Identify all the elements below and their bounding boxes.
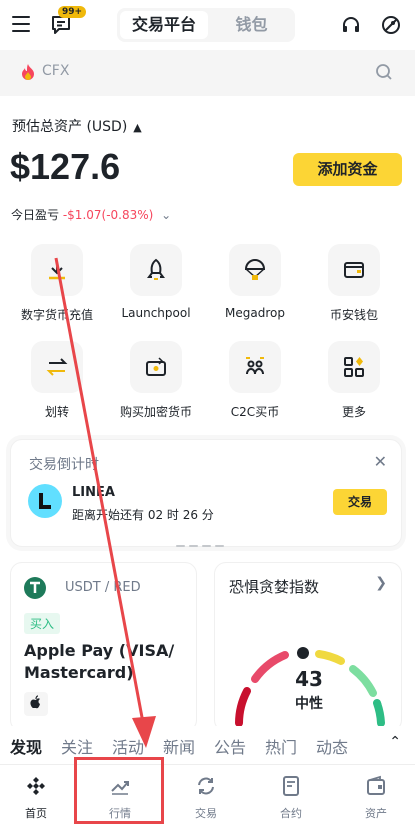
- gauge-pointer: [297, 647, 309, 659]
- contract-doc-icon: [283, 776, 299, 796]
- pnl-value: -$1.07(-0.83%): [62, 208, 154, 222]
- fear-greed-title: 恐惧贪婪指数: [229, 578, 320, 596]
- nav-trade[interactable]: 交易: [176, 775, 236, 821]
- deposit-icon: [31, 244, 83, 296]
- binance-logo-icon: [27, 777, 45, 795]
- shortcut-more[interactable]: 更多: [307, 341, 401, 420]
- shortcut-label: 购买加密货币: [119, 405, 192, 419]
- tab-exchange[interactable]: 交易平台: [120, 11, 208, 39]
- trading-pair: USDT / RED: [65, 580, 141, 595]
- tab-news[interactable]: 新闻: [163, 734, 195, 758]
- nav-home[interactable]: 首页: [6, 775, 66, 821]
- buy-crypto-icon: [130, 341, 182, 393]
- shortcut-label: 数字货币充值: [20, 308, 93, 322]
- chevron-up-icon: ▲: [133, 121, 142, 134]
- wallet-icon: [328, 244, 380, 296]
- token-name: LINEA: [72, 485, 115, 500]
- shortcut-label: Launchpool: [121, 306, 191, 320]
- bottom-nav: 首页 行情 交易 合约 资产: [0, 764, 415, 827]
- nav-assets[interactable]: 资产: [346, 775, 406, 821]
- search-input[interactable]: CFX: [42, 63, 69, 79]
- main-content: 预估总资产 (USD) ▲ $127.6 添加资金 今日盈亏 -$1.07(-0.…: [0, 96, 415, 732]
- transfer-icon: [31, 341, 83, 393]
- shortcut-c2c[interactable]: C2C买币: [208, 341, 302, 420]
- fear-greed-card[interactable]: 恐惧贪婪指数 ❯ 43 中性: [214, 562, 402, 732]
- trade-swap-icon: [198, 777, 214, 795]
- mode-switch: 交易平台 钱包: [117, 8, 295, 42]
- shortcut-megadrop[interactable]: Megadrop: [208, 244, 302, 320]
- shortcut-label: 划转: [44, 405, 69, 419]
- news-tabs: 发现 关注 活动 新闻 公告 热门 动态 ⌃: [0, 726, 415, 764]
- search-bar[interactable]: CFX: [10, 56, 403, 88]
- payment-method: Apple Pay (VISA/ Mastercard): [24, 641, 175, 682]
- menu-icon[interactable]: [12, 16, 30, 32]
- top-bar: 99+ 交易平台 钱包: [0, 0, 415, 50]
- chevron-right-icon: ❯: [375, 575, 387, 591]
- notification-badge: 99+: [58, 6, 87, 18]
- headset-icon[interactable]: [340, 14, 362, 36]
- nav-label: 首页: [25, 807, 47, 820]
- chevron-down-icon: ⌄: [161, 208, 172, 222]
- nav-futures[interactable]: 合约: [261, 775, 321, 821]
- close-icon[interactable]: ✕: [374, 452, 387, 471]
- daily-pnl[interactable]: 今日盈亏 -$1.07(-0.83%) ⌄: [11, 206, 171, 223]
- shortcut-launchpool[interactable]: Launchpool: [109, 244, 203, 320]
- carousel-dots: [176, 532, 236, 547]
- countdown-title: 交易倒计时: [29, 457, 99, 473]
- rocket-icon: [130, 244, 182, 296]
- shortcut-label: Megadrop: [225, 306, 285, 320]
- wallet-icon: [367, 775, 385, 795]
- nav-label: 资产: [365, 807, 387, 820]
- shortcut-transfer[interactable]: 划转: [10, 341, 104, 420]
- shortcut-label: 更多: [341, 405, 366, 419]
- nav-label: 合约: [280, 807, 302, 820]
- tab-wallet[interactable]: 钱包: [211, 11, 292, 39]
- tab-following[interactable]: 关注: [61, 734, 93, 758]
- trade-button[interactable]: 交易: [333, 489, 387, 515]
- tab-discover[interactable]: 发现: [10, 734, 42, 758]
- shortcut-deposit[interactable]: 数字货币充值: [10, 244, 104, 323]
- linea-logo-icon: [28, 484, 62, 518]
- annotation-highlight-box: [74, 757, 164, 824]
- tab-feed[interactable]: 动态: [316, 734, 348, 758]
- tab-announcements[interactable]: 公告: [214, 734, 246, 758]
- apple-icon: [24, 692, 48, 716]
- tab-trending[interactable]: 热门: [265, 734, 297, 758]
- countdown-time: 距离开始还有 02 时 26 分: [72, 508, 214, 522]
- chevron-up-icon[interactable]: ⌃: [389, 734, 401, 750]
- add-funds-button[interactable]: 添加资金: [293, 153, 402, 186]
- tab-activities[interactable]: 活动: [112, 734, 144, 758]
- shortcut-buy-crypto[interactable]: 购买加密货币: [109, 341, 203, 420]
- balance: $127.6: [10, 146, 121, 187]
- more-icon: [328, 341, 380, 393]
- c2c-icon: [229, 341, 281, 393]
- fire-icon: [22, 64, 34, 80]
- shortcut-label: C2C买币: [230, 405, 280, 419]
- buy-tag: 买入: [24, 613, 61, 634]
- parachute-icon: [229, 244, 281, 296]
- shortcut-wallet[interactable]: 币安钱包: [307, 244, 401, 323]
- nav-label: 交易: [195, 807, 217, 820]
- p2p-card[interactable]: USDT / RED 买入 Apple Pay (VISA/ Mastercar…: [10, 562, 197, 732]
- asset-label[interactable]: 预估总资产 (USD) ▲: [12, 116, 142, 136]
- trading-countdown-card[interactable]: 交易倒计时 ✕ LINEA 距离开始还有 02 时 26 分 交易: [10, 439, 402, 547]
- fear-greed-label: 中性: [295, 696, 323, 712]
- search-icon[interactable]: [375, 63, 393, 81]
- pnl-label: 今日盈亏: [11, 208, 60, 222]
- usdt-icon: [24, 577, 46, 599]
- profile-icon[interactable]: [380, 14, 402, 36]
- shortcut-label: 币安钱包: [329, 308, 378, 322]
- fear-greed-value: 43: [295, 667, 323, 691]
- asset-label-text: 预估总资产 (USD): [12, 119, 128, 135]
